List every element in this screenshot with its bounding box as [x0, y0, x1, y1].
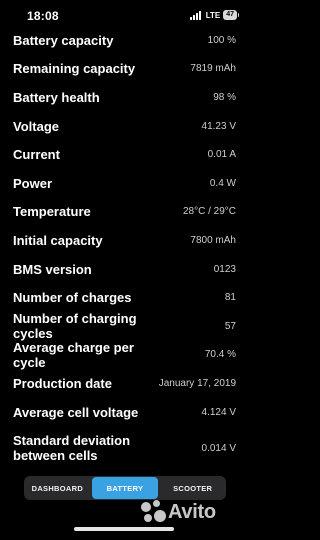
row-value: 100 %: [207, 34, 236, 46]
cellular-signal-icon: [189, 10, 201, 20]
info-row-remaining-capacity: Remaining capacity 7819 mAh: [0, 55, 249, 84]
row-label: Remaining capacity: [13, 61, 136, 77]
info-row-production-date: Production date January 17, 2019: [0, 369, 249, 398]
info-row-battery-health: Battery health 98 %: [0, 83, 249, 112]
row-label: Production date: [13, 375, 112, 391]
row-label: Average cell voltage: [13, 404, 139, 420]
avito-wordmark: Avito: [168, 500, 216, 523]
row-label: Initial capacity: [13, 232, 103, 248]
row-value: 28°C / 29°C: [182, 206, 236, 218]
row-value: 98 %: [213, 91, 236, 103]
row-value: 7819 mAh: [190, 63, 236, 75]
battery-level-label: 47: [226, 11, 234, 18]
info-row-charging-cycles: Number of charging cycles 57: [0, 311, 249, 342]
info-row-initial-capacity: Initial capacity 7800 mAh: [0, 226, 249, 255]
info-row-average-charge-per-cycle: Average charge per cycle 70.4 %: [0, 339, 249, 370]
tab-scooter[interactable]: SCOOTER: [159, 476, 226, 500]
row-label: Current: [13, 147, 60, 163]
row-label: Number of charges: [13, 290, 132, 306]
status-time: 18:08: [27, 9, 59, 23]
info-row-bms-version: BMS version 0123: [0, 255, 249, 284]
avito-logo-icon: [140, 499, 166, 525]
battery-icon: 47: [223, 10, 239, 20]
row-value: January 17, 2019: [158, 377, 236, 389]
bottom-tab-bar: DASHBOARD BATTERY SCOOTER: [24, 476, 226, 500]
info-row-battery-capacity: Battery capacity 100 %: [0, 26, 249, 55]
info-row-current: Current 0.01 A: [0, 140, 249, 169]
row-value: 0.014 V: [201, 442, 236, 454]
network-type-label: LTE: [205, 10, 221, 20]
home-indicator[interactable]: [74, 527, 174, 531]
battery-info-list: Battery capacity 100 % Remaining capacit…: [0, 26, 249, 470]
row-value: 0.4 W: [209, 177, 236, 189]
row-label: Battery health: [13, 89, 100, 105]
row-value: 7800 mAh: [190, 234, 236, 246]
avito-watermark: Avito: [140, 499, 216, 525]
row-value: 57: [224, 320, 236, 332]
info-row-power: Power 0.4 W: [0, 169, 249, 198]
row-label: Voltage: [13, 118, 59, 134]
row-value: 0123: [213, 263, 236, 275]
row-value: 0.01 A: [207, 149, 236, 161]
row-value: 4.124 V: [201, 406, 236, 418]
info-row-temperature: Temperature 28°C / 29°C: [0, 198, 249, 227]
row-label: Battery capacity: [13, 32, 114, 48]
status-indicators: LTE 47: [189, 10, 239, 20]
row-label: BMS version: [13, 261, 92, 277]
row-value: 41.23 V: [201, 120, 236, 132]
row-label: Standard deviation between cells: [13, 433, 131, 464]
row-label: Temperature: [13, 204, 91, 220]
info-row-voltage: Voltage 41.23 V: [0, 112, 249, 141]
row-label: Power: [13, 175, 53, 191]
info-row-average-cell-voltage: Average cell voltage 4.124 V: [0, 398, 249, 427]
row-label: Average charge per cycle: [13, 339, 134, 370]
row-value: 81: [224, 292, 236, 304]
tab-battery[interactable]: BATTERY: [91, 477, 159, 499]
info-row-std-deviation: Standard deviation between cells 0.014 V: [0, 426, 249, 470]
tab-dashboard[interactable]: DASHBOARD: [24, 476, 91, 500]
row-label: Number of charging cycles: [13, 311, 137, 342]
info-row-number-of-charges: Number of charges 81: [0, 283, 249, 312]
row-value: 70.4 %: [204, 349, 236, 361]
